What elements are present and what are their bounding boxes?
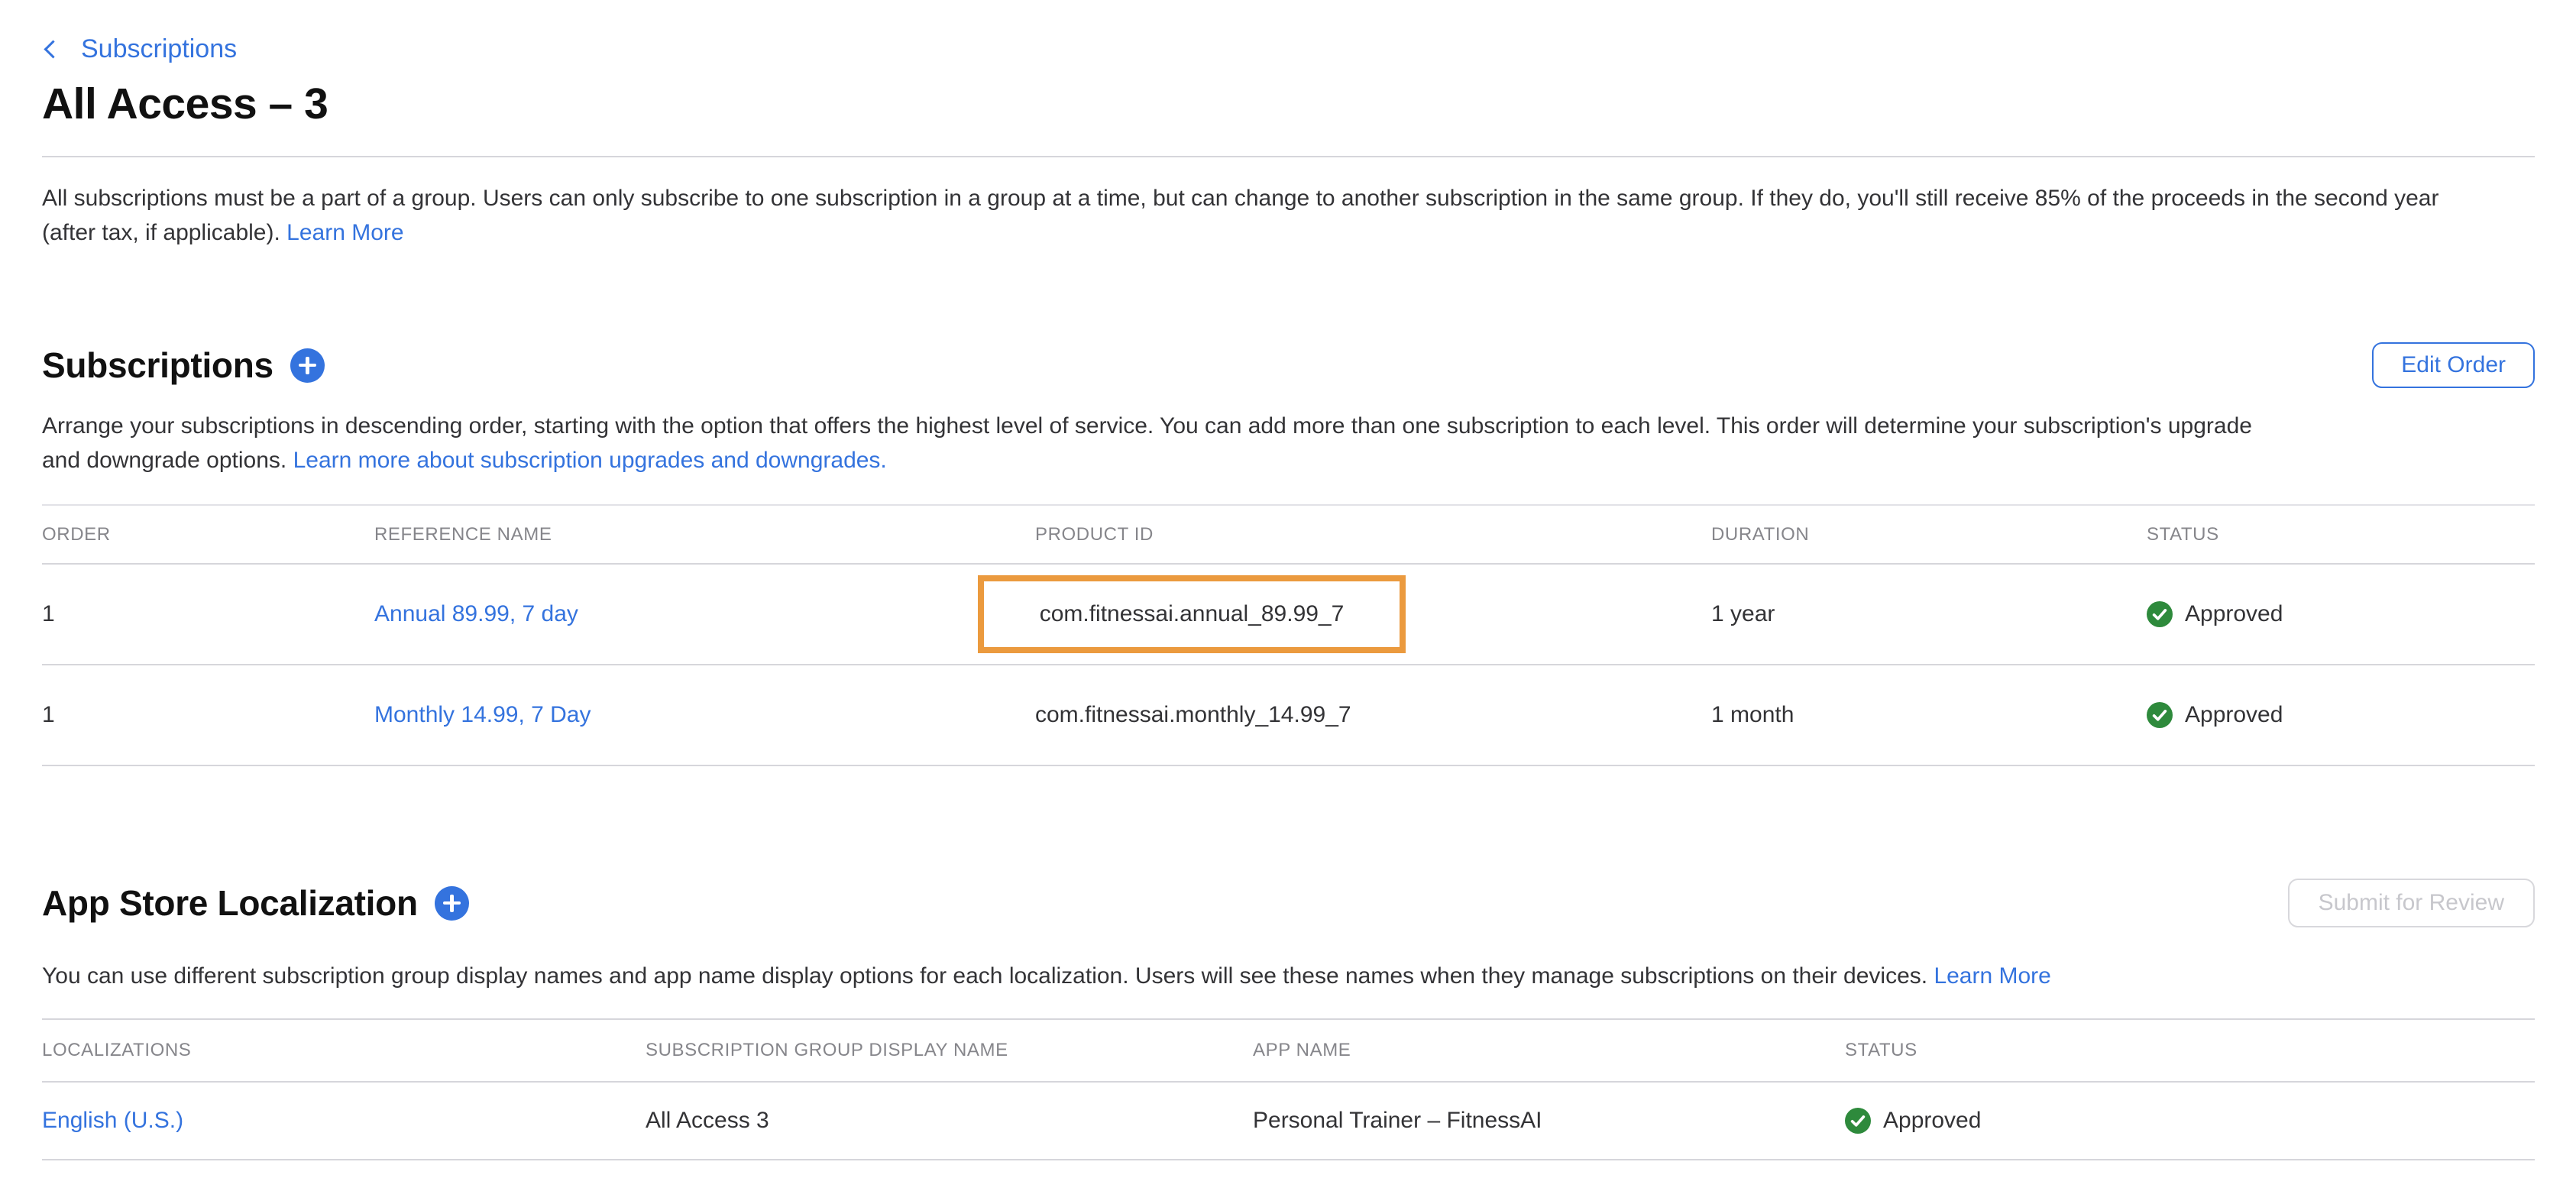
reference-name-link[interactable]: Annual 89.99, 7 day (374, 601, 578, 627)
column-header-localizations: LOCALIZATIONS (42, 1040, 646, 1061)
app-name-value: Personal Trainer – FitnessAI (1253, 1108, 1845, 1134)
approved-check-icon (2147, 702, 2173, 728)
column-header-duration: DURATION (1711, 524, 2147, 545)
localization-description: You can use different subscription group… (42, 959, 2535, 993)
column-header-order: ORDER (42, 524, 374, 545)
status-cell: Approved (1845, 1108, 2535, 1134)
localization-heading: App Store Localization (42, 882, 418, 924)
product-id-value: com.fitnessai.monthly_14.99_7 (1035, 702, 1711, 728)
status-label: Approved (2185, 601, 2283, 627)
status-label: Approved (2185, 702, 2283, 728)
subscriptions-heading: Subscriptions (42, 345, 273, 386)
localization-link[interactable]: English (U.S.) (42, 1108, 183, 1134)
approved-check-icon (2147, 601, 2173, 627)
chevron-left-icon (44, 40, 62, 58)
intro-learn-more-link[interactable]: Learn More (286, 220, 403, 245)
upgrades-downgrades-link[interactable]: Learn more about subscription upgrades a… (293, 448, 887, 473)
localization-table: LOCALIZATIONS SUBSCRIPTION GROUP DISPLAY… (42, 1018, 2535, 1160)
reference-name-link[interactable]: Monthly 14.99, 7 Day (374, 702, 591, 728)
divider (42, 156, 2535, 157)
column-header-status: STATUS (2147, 524, 2535, 545)
product-id-value: com.fitnessai.annual_89.99_7 (1040, 601, 1345, 627)
add-localization-button[interactable] (435, 886, 469, 921)
duration-value: 1 month (1711, 702, 2147, 728)
subscriptions-description: Arrange your subscriptions in descending… (42, 409, 2288, 477)
breadcrumb[interactable]: Subscriptions (42, 32, 237, 66)
group-intro-text: All subscriptions must be a part of a gr… (42, 181, 2487, 250)
column-header-product-id: PRODUCT ID (1035, 524, 1711, 545)
submit-for-review-button[interactable]: Submit for Review (2288, 879, 2535, 927)
product-id-highlight-box: com.fitnessai.annual_89.99_7 (978, 575, 1406, 653)
column-header-app-name: APP NAME (1253, 1040, 1845, 1061)
group-display-name-value: All Access 3 (646, 1108, 1253, 1134)
approved-check-icon (1845, 1108, 1871, 1134)
column-header-reference-name: REFERENCE NAME (374, 524, 1035, 545)
subscription-group-page: Subscriptions All Access – 3 All subscri… (0, 0, 2576, 1204)
table-row: 1 Annual 89.99, 7 day com.fitnessai.annu… (42, 565, 2535, 665)
status-cell: Approved (2147, 601, 2535, 627)
table-row: 1 Monthly 14.99, 7 Day com.fitnessai.mon… (42, 665, 2535, 766)
subscriptions-table: ORDER REFERENCE NAME PRODUCT ID DURATION… (42, 504, 2535, 766)
localization-learn-more-link[interactable]: Learn More (1934, 963, 2050, 989)
duration-value: 1 year (1711, 601, 2147, 627)
subscriptions-table-header-row: ORDER REFERENCE NAME PRODUCT ID DURATION… (42, 504, 2535, 565)
plus-icon (435, 886, 469, 921)
localization-section-header: App Store Localization Submit for Review (42, 878, 2535, 928)
status-cell: Approved (2147, 702, 2535, 728)
subscriptions-section-header: Subscriptions Edit Order (42, 340, 2535, 390)
column-header-status: STATUS (1845, 1040, 2535, 1061)
order-value: 1 (42, 702, 374, 728)
order-value: 1 (42, 601, 374, 627)
table-row: English (U.S.) All Access 3 Personal Tra… (42, 1083, 2535, 1160)
plus-icon (290, 348, 325, 383)
localization-table-header-row: LOCALIZATIONS SUBSCRIPTION GROUP DISPLAY… (42, 1018, 2535, 1083)
add-subscription-button[interactable] (290, 348, 325, 383)
column-header-group-display-name: SUBSCRIPTION GROUP DISPLAY NAME (646, 1040, 1253, 1061)
product-id-cell: com.fitnessai.annual_89.99_7 (1035, 575, 1711, 653)
page-title: All Access – 3 (42, 79, 2535, 128)
edit-order-button[interactable]: Edit Order (2372, 342, 2535, 388)
status-label: Approved (1883, 1108, 1981, 1134)
localization-description-copy: You can use different subscription group… (42, 963, 1927, 989)
breadcrumb-label: Subscriptions (81, 32, 237, 66)
